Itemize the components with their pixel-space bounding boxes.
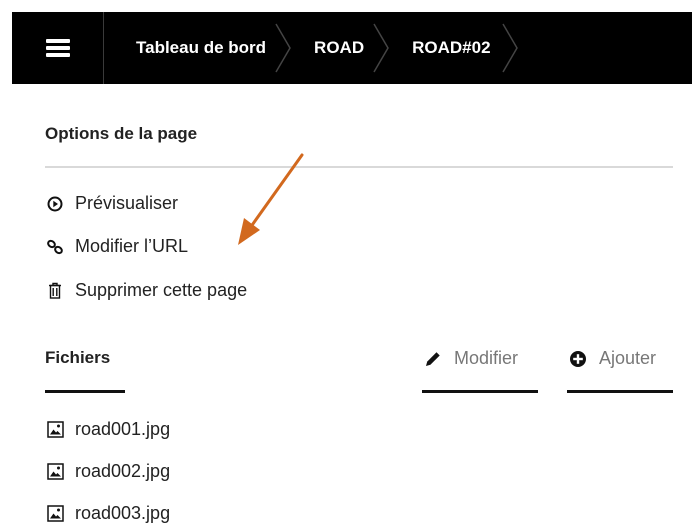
preview-label: Prévisualiser — [75, 193, 179, 213]
hamburger-icon — [45, 39, 70, 57]
edit-url-link[interactable]: Modifier l’URL — [45, 236, 188, 257]
image-file-icon — [45, 504, 65, 524]
add-file-underline — [567, 390, 673, 393]
page-options-title: Options de la page — [45, 124, 198, 143]
chevron-separator-icon — [501, 23, 518, 73]
edit-files-underline — [422, 390, 538, 393]
add-file-button[interactable]: Ajouter — [567, 348, 656, 369]
delete-page-link[interactable]: Supprimer cette page — [45, 280, 247, 301]
file-item[interactable]: road002.jpg — [45, 461, 170, 482]
file-name: road001.jpg — [75, 419, 171, 439]
edit-files-label: Modifier — [454, 348, 519, 368]
edit-files-button[interactable]: Modifier — [422, 348, 518, 369]
breadcrumb: Tableau de bord ROAD ROAD#02 — [104, 12, 523, 84]
breadcrumb-item-road[interactable]: ROAD — [296, 12, 394, 84]
file-item[interactable]: road001.jpg — [45, 419, 170, 440]
link-icon — [45, 237, 65, 257]
top-bar: Tableau de bord ROAD ROAD#02 — [12, 12, 692, 84]
edit-url-label: Modifier l’URL — [75, 236, 189, 256]
breadcrumb-label: ROAD#02 — [412, 38, 491, 57]
file-item[interactable]: road003.jpg — [45, 503, 170, 524]
image-file-icon — [45, 462, 65, 482]
files-title: Fichiers — [45, 348, 111, 367]
preview-link[interactable]: Prévisualiser — [45, 193, 178, 214]
breadcrumb-item-dashboard[interactable]: Tableau de bord — [104, 12, 296, 84]
files-header: Fichiers Modifier Ajouter — [45, 348, 673, 393]
breadcrumb-label: ROAD — [314, 38, 365, 57]
file-name: road003.jpg — [75, 503, 171, 523]
page-options-header: Options de la page — [45, 124, 673, 168]
trash-icon — [45, 281, 65, 301]
delete-page-label: Supprimer cette page — [75, 280, 248, 300]
file-name: road002.jpg — [75, 461, 171, 481]
menu-button[interactable] — [12, 12, 104, 84]
pencil-icon — [422, 349, 444, 369]
add-file-label: Ajouter — [599, 348, 657, 368]
breadcrumb-item-road02[interactable]: ROAD#02 — [394, 12, 522, 84]
files-title-underline — [45, 390, 125, 393]
chevron-separator-icon — [373, 23, 389, 73]
play-circle-icon — [45, 194, 65, 214]
plus-circle-icon — [567, 349, 589, 369]
image-file-icon — [45, 420, 65, 440]
annotation-arrow-icon — [238, 153, 304, 245]
breadcrumb-label: Tableau de bord — [136, 38, 267, 57]
chevron-separator-icon — [275, 23, 291, 73]
